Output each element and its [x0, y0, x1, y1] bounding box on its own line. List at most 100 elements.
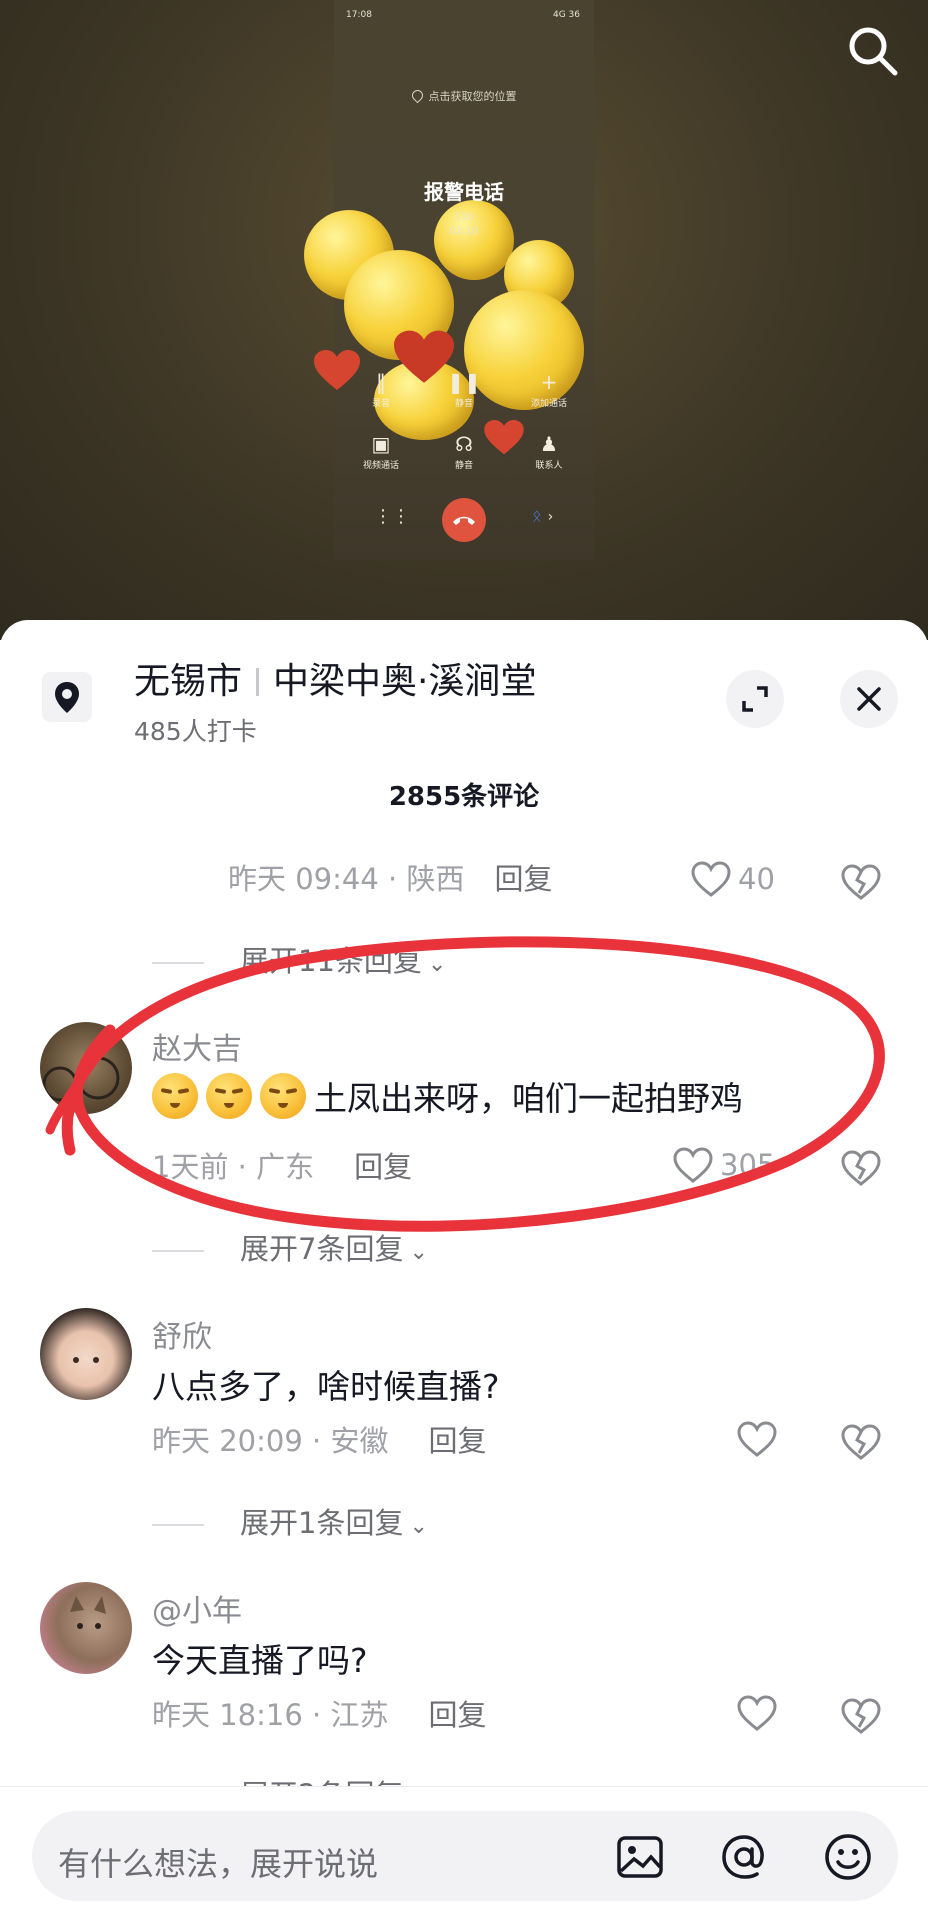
- like-count: 305: [720, 1148, 776, 1182]
- emoji-icon: [206, 1073, 252, 1119]
- avatar[interactable]: [40, 1308, 132, 1400]
- comment-meta: 昨天 09:44 · 陕西 回复: [228, 856, 552, 900]
- expand-replies-label: 展开11条回复: [240, 944, 422, 978]
- call-number: 110: [454, 212, 474, 223]
- comment-body: 土凤出来呀，咱们一起拍野鸡: [314, 1079, 743, 1118]
- emoji-icon: [260, 1073, 306, 1119]
- phone-status-time: 17:08: [346, 10, 372, 20]
- comment-input-placeholder[interactable]: 有什么想法，展开说说: [58, 1839, 378, 1885]
- plus-icon: +: [540, 370, 558, 394]
- emoji-button[interactable]: [820, 1829, 876, 1885]
- emoji-icon: [825, 1834, 871, 1880]
- like-button[interactable]: [736, 1420, 784, 1458]
- add-call-label: 添加通话: [530, 399, 567, 409]
- location-city: 无锡市: [134, 661, 243, 702]
- expand-button[interactable]: [726, 670, 784, 728]
- mention-button[interactable]: [716, 1829, 772, 1885]
- comment-body: 八点多了，啥时候直播?: [152, 1367, 500, 1406]
- call-contact-name: 报警电话: [424, 180, 504, 204]
- comment-meta: 1天前 · 广东 回复: [152, 1144, 412, 1188]
- heart-icon: [673, 1147, 713, 1183]
- reply-button[interactable]: 回复: [494, 862, 552, 896]
- expand-replies[interactable]: 展开11条回复 ⌄: [152, 938, 446, 980]
- image-button[interactable]: [612, 1829, 668, 1885]
- comment-count: 2855条评论: [388, 782, 540, 812]
- reply-button[interactable]: 回复: [354, 1150, 412, 1184]
- contacts-control: ♟ 联系人: [514, 432, 584, 471]
- at-icon: [722, 1835, 764, 1879]
- cat-photo: [70, 1596, 106, 1629]
- chevron-down-icon: ⌄: [427, 952, 447, 977]
- expand-replies[interactable]: 展开1条回复 ⌄: [152, 1500, 428, 1542]
- close-button[interactable]: [840, 670, 898, 728]
- divider-line: [152, 1524, 204, 1526]
- avatar[interactable]: [40, 1582, 132, 1674]
- broken-heart-icon[interactable]: [840, 1696, 882, 1736]
- reply-button[interactable]: 回复: [428, 1698, 486, 1732]
- comment-text: 八点多了，啥时候直播?: [152, 1360, 500, 1408]
- page: 17:08 4G 36 点击获取您的位置 报警电话 110 02:10 ‖ 录音…: [0, 0, 928, 1932]
- hold-control: ❚❚ 静音: [429, 370, 499, 409]
- heart-icon: [691, 861, 731, 897]
- like-count: 40: [738, 862, 775, 896]
- emoji-icon: [152, 1073, 198, 1119]
- video-camera-icon: ▣: [371, 432, 391, 456]
- close-icon: [857, 687, 881, 711]
- expand-replies[interactable]: 展开7条回复 ⌄: [152, 1226, 428, 1268]
- contacts-label: 联系人: [535, 461, 563, 471]
- like-button[interactable]: 40: [690, 860, 775, 898]
- video-call-control: ▣ 视频通话: [346, 432, 416, 471]
- comment-meta-text: 1天前 · 广东: [152, 1150, 315, 1184]
- comment-username[interactable]: @小年: [152, 1586, 242, 1630]
- bluetooth-icon: ᛟ ›: [532, 506, 554, 525]
- like-button[interactable]: [736, 1694, 784, 1732]
- avatar[interactable]: [40, 1022, 132, 1114]
- chevron-down-icon: ⌄: [409, 1240, 428, 1265]
- location-title: 无锡市 中梁中奥·溪涧堂: [134, 652, 536, 704]
- chevron-down-icon: ⌄: [409, 1514, 428, 1539]
- phone-call-screenshot: 17:08 4G 36 点击获取您的位置 报警电话 110 02:10 ‖ 录音…: [304, 0, 594, 560]
- expand-replies-label: 展开1条回复: [240, 1506, 404, 1540]
- video-player[interactable]: 17:08 4G 36 点击获取您的位置 报警电话 110 02:10 ‖ 录音…: [0, 0, 928, 640]
- pause-icon: ❚❚: [447, 370, 481, 394]
- phone-location-hint: 点击获取您的位置: [334, 87, 594, 104]
- comment-panel: 无锡市 中梁中奥·溪涧堂 485人打卡 2855条评论 昨天 09:44 · 陕西…: [0, 620, 928, 1932]
- hold-label: 静音: [454, 399, 473, 409]
- mute-control: ☊ 静音: [429, 432, 499, 471]
- search-button[interactable]: [842, 20, 904, 82]
- broken-heart-icon[interactable]: [840, 862, 882, 902]
- checkin-count: 485人打卡: [134, 717, 257, 746]
- bicycle-photo: [42, 1056, 120, 1102]
- chevron-right-icon: ›: [547, 509, 554, 525]
- location-divider: [256, 668, 260, 696]
- record-label: 录音: [371, 399, 390, 409]
- location-pin-icon: [42, 672, 92, 722]
- broken-heart-icon[interactable]: [840, 1148, 882, 1188]
- like-button[interactable]: 305: [672, 1146, 775, 1184]
- call-duration: 02:10: [449, 226, 479, 237]
- expand-replies-label: 展开7条回复: [240, 1232, 404, 1266]
- comment-text: 土凤出来呀，咱们一起拍野鸡: [152, 1072, 743, 1120]
- location-small-icon: [409, 87, 425, 104]
- comment-username[interactable]: 舒欣: [152, 1312, 212, 1356]
- comment-meta-text: 昨天 20:09 · 安徽: [152, 1424, 389, 1458]
- girl-photo: [73, 1357, 99, 1363]
- phone-location-hint-text: 点击获取您的位置: [428, 90, 517, 103]
- comment-text: 今天直播了吗?: [152, 1634, 368, 1682]
- location-header[interactable]: 无锡市 中梁中奥·溪涧堂 485人打卡: [0, 620, 928, 770]
- comment-username[interactable]: 赵大吉: [152, 1024, 242, 1068]
- hangup-button: [442, 498, 486, 542]
- search-icon: [849, 27, 898, 76]
- comment-body: 今天直播了吗?: [152, 1641, 368, 1680]
- expand-icon: [742, 686, 768, 712]
- location-place: 中梁中奥·溪涧堂: [273, 661, 537, 702]
- divider-line: [152, 1250, 204, 1252]
- mute-label: 静音: [454, 461, 473, 471]
- broken-heart-icon[interactable]: [840, 1422, 882, 1462]
- record-control: ‖ 录音: [346, 370, 416, 409]
- reply-button[interactable]: 回复: [428, 1424, 486, 1458]
- add-call-control: + 添加通话: [514, 370, 584, 409]
- person-icon: ♟: [540, 432, 558, 456]
- video-call-label: 视频通话: [362, 461, 399, 471]
- comment-input-bar: 有什么想法，展开说说: [0, 1786, 928, 1932]
